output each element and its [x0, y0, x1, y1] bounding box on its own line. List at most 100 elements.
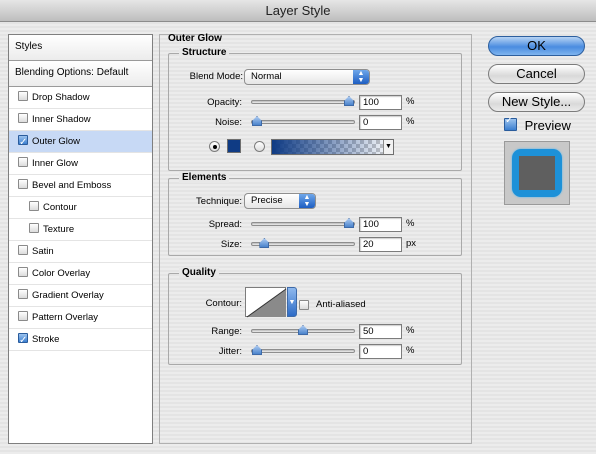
style-item[interactable]: Drop Shadow: [9, 87, 152, 109]
contour-picker[interactable]: [245, 287, 287, 318]
style-checkbox[interactable]: [29, 223, 39, 233]
size-slider[interactable]: [251, 238, 355, 248]
noise-label: Noise:: [215, 117, 242, 128]
preview-checkbox[interactable]: [504, 115, 517, 131]
style-item-label: Stroke: [32, 334, 60, 345]
style-item-label: Pattern Overlay: [32, 312, 98, 323]
style-item-label: Contour: [43, 202, 77, 213]
technique-value: Precise: [251, 195, 283, 206]
new-style-button[interactable]: New Style...: [488, 92, 585, 112]
style-item[interactable]: Color Overlay: [9, 263, 152, 285]
preview-label: Preview: [524, 118, 571, 133]
style-item-label: Drop Shadow: [32, 92, 90, 103]
size-input[interactable]: 20: [359, 237, 402, 252]
technique-select[interactable]: Precise ▲ ▼: [244, 193, 316, 209]
contour-label: Contour:: [205, 298, 242, 309]
blending-options-item[interactable]: Blending Options: Default: [9, 61, 152, 87]
blend-mode-value: Normal: [251, 71, 282, 82]
style-checkbox[interactable]: [18, 179, 28, 189]
select-arrows-icon: ▲ ▼: [353, 70, 369, 84]
noise-slider-thumb[interactable]: [252, 116, 262, 126]
opacity-slider-thumb[interactable]: [344, 96, 354, 106]
spread-unit: %: [406, 218, 415, 229]
anti-aliased-label: Anti-aliased: [316, 299, 366, 310]
window-title: Layer Style: [265, 3, 331, 18]
outer-glow-title: Outer Glow: [168, 33, 222, 44]
opacity-slider[interactable]: [251, 96, 355, 106]
glow-gradient-swatch[interactable]: ▼: [271, 139, 394, 155]
noise-slider[interactable]: [251, 116, 355, 126]
style-item-label: Inner Shadow: [32, 114, 91, 125]
gradient-radio[interactable]: [254, 141, 265, 152]
solid-color-radio[interactable]: [209, 141, 220, 152]
window-title-bar: Layer Style: [0, 0, 596, 22]
style-item[interactable]: Bevel and Emboss: [9, 175, 152, 197]
size-slider-thumb[interactable]: [259, 238, 270, 248]
style-item[interactable]: Inner Shadow: [9, 109, 152, 131]
style-item-label: Gradient Overlay: [32, 290, 104, 301]
range-label: Range:: [211, 326, 242, 337]
style-checkbox[interactable]: [18, 330, 28, 352]
style-item-label: Texture: [43, 224, 75, 235]
spread-input[interactable]: 100: [359, 217, 402, 232]
range-slider-thumb[interactable]: [298, 325, 308, 335]
preview-shape: [519, 156, 555, 190]
noise-input[interactable]: 0: [359, 115, 402, 130]
style-checkbox[interactable]: [18, 132, 28, 154]
range-slider[interactable]: [251, 325, 355, 335]
size-label: Size:: [220, 239, 242, 250]
contour-dropdown-icon[interactable]: ▼: [287, 287, 297, 317]
range-input[interactable]: 50: [359, 324, 402, 339]
style-checkbox[interactable]: [18, 113, 28, 123]
style-preview: [504, 141, 570, 205]
cancel-button[interactable]: Cancel: [488, 64, 585, 84]
style-checkbox[interactable]: [18, 91, 28, 101]
style-item-label: Color Overlay: [32, 268, 91, 279]
style-checkbox[interactable]: [18, 311, 28, 321]
jitter-slider[interactable]: [251, 345, 355, 355]
contour-curve-icon: [246, 288, 287, 318]
structure-group: Structure Blend Mode: Normal ▲ ▼ Opacity:…: [168, 47, 462, 171]
style-item-label: Bevel and Emboss: [32, 180, 112, 191]
noise-unit: %: [406, 116, 415, 127]
style-item[interactable]: Stroke: [9, 329, 152, 352]
jitter-label: Jitter:: [218, 346, 242, 357]
style-item-label: Satin: [32, 246, 54, 257]
style-item[interactable]: Contour: [9, 197, 152, 219]
jitter-input[interactable]: 0: [359, 344, 402, 359]
spread-slider[interactable]: [251, 218, 355, 228]
range-unit: %: [406, 325, 415, 336]
preview-toggle[interactable]: Preview: [504, 115, 571, 133]
opacity-input[interactable]: 100: [359, 95, 402, 110]
jitter-slider-thumb[interactable]: [252, 345, 262, 355]
spread-label: Spread:: [208, 219, 242, 230]
technique-label: Technique:: [196, 196, 242, 207]
style-item[interactable]: Pattern Overlay: [9, 307, 152, 329]
style-item[interactable]: Inner Glow: [9, 153, 152, 175]
blend-mode-select[interactable]: Normal ▲ ▼: [244, 69, 370, 85]
style-checkbox[interactable]: [18, 157, 28, 167]
outer-glow-panel: Outer Glow Structure Blend Mode: Normal …: [159, 33, 472, 444]
elements-group: Elements Technique: Precise ▲ ▼ Spread: 1…: [168, 172, 462, 256]
style-item[interactable]: Outer Glow: [9, 131, 152, 154]
anti-aliased-checkbox[interactable]: [299, 300, 309, 310]
select-arrows-icon: ▲ ▼: [299, 194, 315, 208]
style-checkbox[interactable]: [18, 289, 28, 299]
style-checkbox[interactable]: [18, 267, 28, 277]
chevron-down-icon[interactable]: ▼: [383, 140, 393, 154]
structure-title: Structure: [179, 47, 230, 58]
style-checkbox[interactable]: [18, 245, 28, 255]
style-item[interactable]: Satin: [9, 241, 152, 263]
style-checkbox[interactable]: [29, 201, 39, 211]
jitter-unit: %: [406, 345, 415, 356]
spread-slider-thumb[interactable]: [344, 218, 354, 228]
style-item[interactable]: Gradient Overlay: [9, 285, 152, 307]
elements-title: Elements: [179, 172, 230, 183]
styles-header[interactable]: Styles: [9, 35, 152, 61]
blend-mode-label: Blend Mode:: [189, 71, 243, 82]
style-item[interactable]: Texture: [9, 219, 152, 241]
glow-color-swatch[interactable]: [227, 139, 241, 153]
quality-group: Quality Contour: ▼ Anti-aliased Range: 5…: [168, 267, 462, 365]
ok-button[interactable]: OK: [488, 36, 585, 56]
styles-list: Styles Blending Options: Default Drop Sh…: [8, 34, 153, 444]
